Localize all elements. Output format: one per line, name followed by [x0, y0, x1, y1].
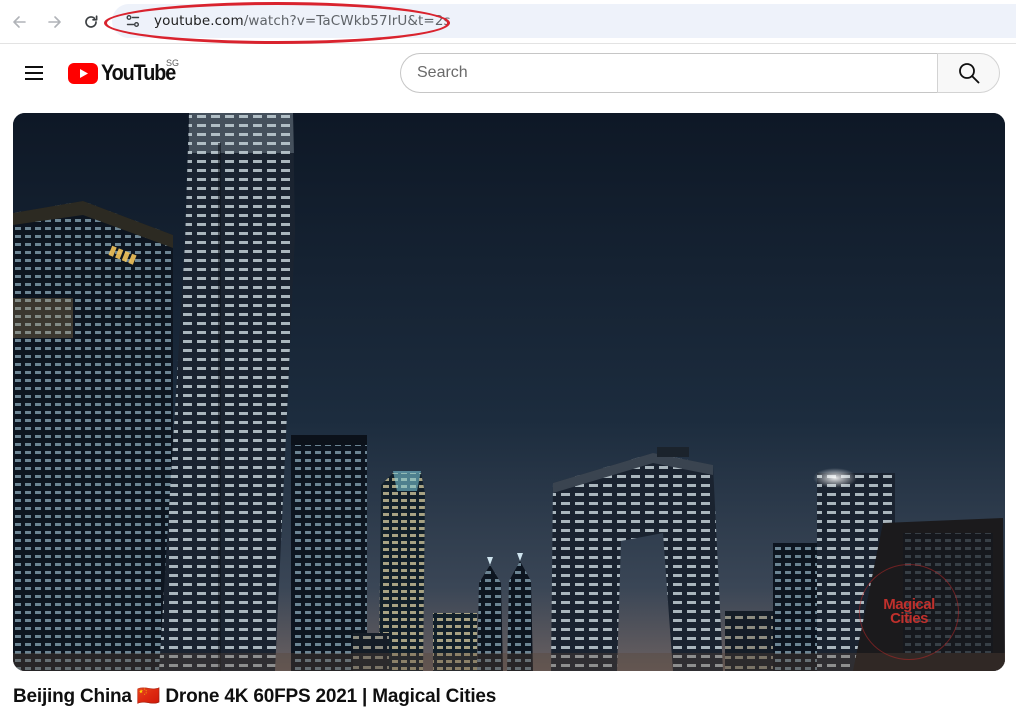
country-code: SG	[166, 58, 180, 68]
tune-icon	[126, 15, 140, 27]
video-player[interactable]: ▮▮▮▮ Magical Cities	[13, 113, 1005, 671]
arrow-left-icon	[13, 16, 26, 28]
hamburger-menu-icon	[25, 66, 43, 80]
reload-button[interactable]	[77, 8, 105, 36]
youtube-play-icon	[68, 62, 98, 84]
video-title: Beijing China 🇨🇳 Drone 4K 60FPS 2021 | M…	[13, 686, 497, 707]
forward-button[interactable]	[41, 8, 69, 36]
browser-toolbar: youtube.com/watch?v=TaCWkb57IrU&t=2s	[0, 0, 1016, 44]
arrow-right-icon	[48, 16, 61, 28]
back-button[interactable]	[5, 8, 33, 36]
video-frame-skyline: ▮▮▮▮	[13, 113, 1005, 671]
youtube-wordmark: YouTube	[101, 60, 176, 85]
site-info-button[interactable]	[122, 11, 144, 31]
search-button[interactable]	[937, 53, 1000, 93]
search-form	[400, 53, 1000, 93]
guide-menu-button[interactable]	[14, 53, 54, 93]
youtube-masthead: YouTube SG	[0, 45, 1016, 101]
search-input[interactable]	[400, 53, 937, 93]
reload-icon	[85, 15, 98, 28]
url-text[interactable]: youtube.com/watch?v=TaCWkb57IrU&t=2s	[154, 13, 451, 29]
address-bar[interactable]: youtube.com/watch?v=TaCWkb57IrU&t=2s	[112, 4, 1016, 38]
url-path: /watch?v=TaCWkb57IrU&t=2s	[243, 13, 451, 29]
search-icon	[958, 63, 979, 84]
url-domain: youtube.com	[154, 13, 244, 29]
